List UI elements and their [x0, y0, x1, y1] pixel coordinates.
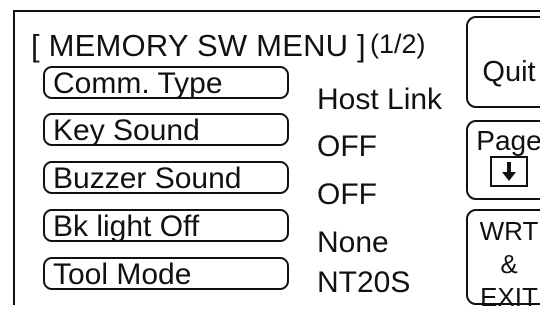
buzzer-sound-label: Buzzer Sound — [53, 162, 242, 195]
tool-mode-label: Tool Mode — [53, 258, 192, 291]
backlight-off-label: Bk light Off — [53, 210, 200, 243]
quit-button[interactable]: Quit — [466, 16, 540, 108]
down-arrow-icon — [490, 156, 528, 187]
write-label: WRT — [479, 216, 539, 246]
comm-type-value: Host Link — [317, 83, 443, 116]
backlight-off-value: None — [317, 226, 389, 259]
page-title: [ MEMORY SW MENU ] — [31, 28, 366, 63]
exit-label: EXIT — [480, 282, 538, 312]
write-and-exit-button[interactable]: WRT & EXIT — [466, 209, 540, 310]
buzzer-sound-button[interactable]: Buzzer Sound — [43, 161, 289, 195]
quit-label: Quit — [482, 56, 536, 88]
key-sound-button[interactable]: Key Sound — [43, 113, 289, 147]
page-button[interactable]: Page — [466, 120, 540, 200]
backlight-off-button[interactable]: Bk light Off — [43, 209, 289, 243]
buzzer-sound-value: OFF — [317, 178, 377, 211]
comm-type-button[interactable]: Comm. Type — [43, 66, 289, 100]
tool-mode-value: NT20S — [317, 266, 411, 299]
page-indicator: (1/2) — [370, 29, 426, 59]
page-label: Page — [476, 125, 540, 156]
key-sound-label: Key Sound — [53, 114, 200, 147]
memory-switch-menu-screen: [ MEMORY SW MENU ] (1/2) Comm. Type Host… — [13, 10, 540, 310]
comm-type-label: Comm. Type — [53, 67, 223, 100]
key-sound-value: OFF — [317, 130, 377, 163]
ampersand-label: & — [500, 249, 518, 279]
tool-mode-button[interactable]: Tool Mode — [43, 257, 289, 291]
